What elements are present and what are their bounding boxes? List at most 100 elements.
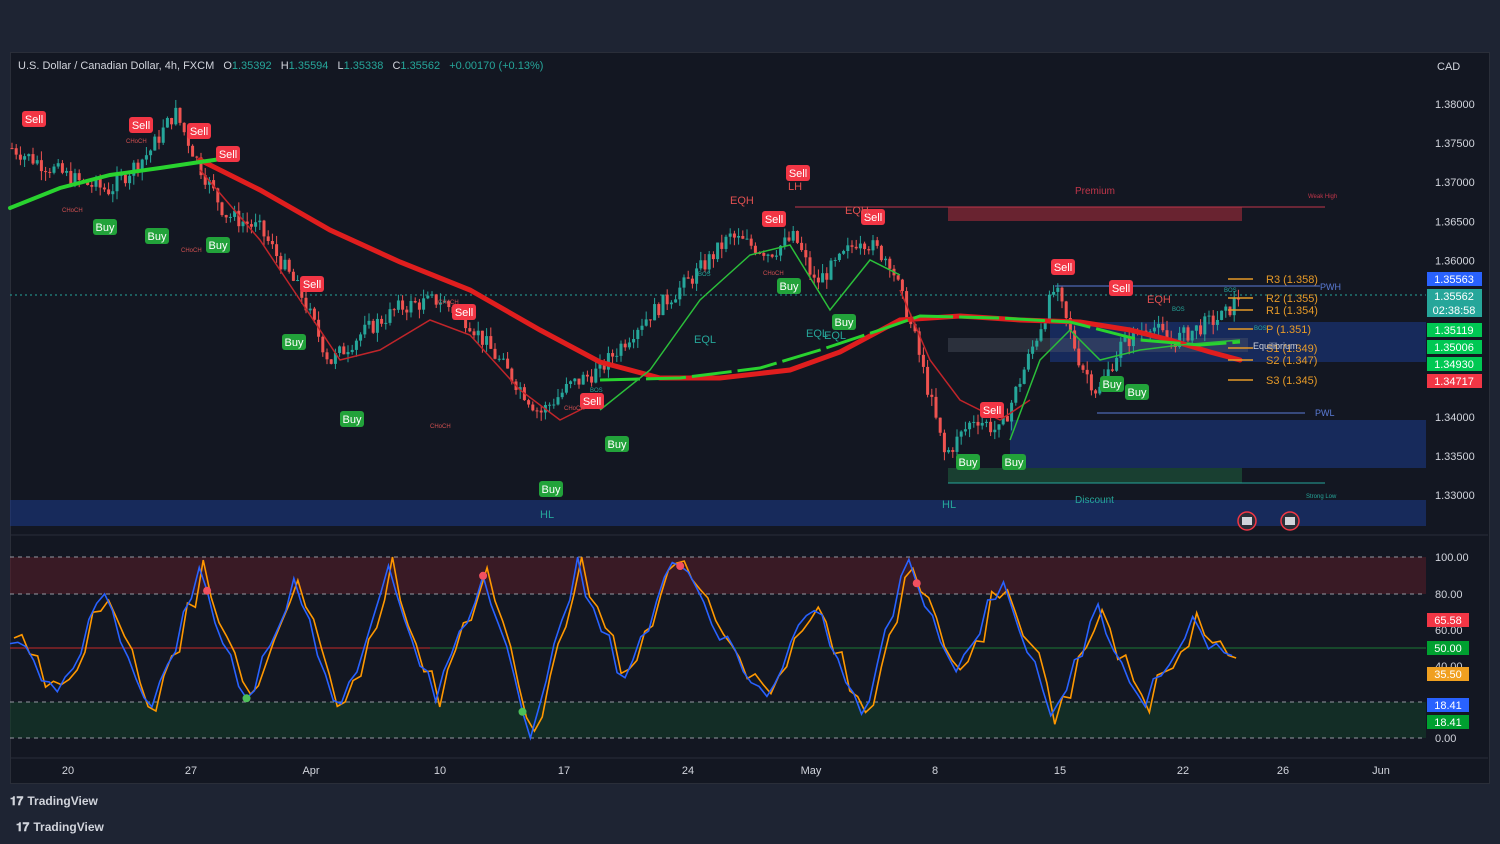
candle-body	[178, 107, 182, 123]
candle-body	[69, 170, 73, 185]
candle-body	[682, 277, 686, 288]
eqh-label: EQH	[730, 195, 754, 207]
buy-signal: Buy	[148, 231, 167, 243]
candle-body	[485, 336, 489, 345]
event-flag-icon	[1242, 517, 1252, 525]
demand-zone	[1010, 420, 1426, 468]
time-tick: May	[801, 765, 822, 777]
candle-body	[661, 294, 665, 316]
price-badge: 1.35562	[1434, 291, 1474, 303]
price-tick: 1.36500	[1435, 216, 1475, 228]
candle-body	[871, 240, 875, 251]
candle-body	[107, 189, 111, 195]
candle-body	[396, 300, 400, 310]
buy-signal: Buy	[835, 317, 854, 329]
candle-body	[636, 329, 640, 340]
candle-body	[976, 421, 980, 426]
candle-body	[846, 245, 850, 252]
candle-body	[879, 245, 883, 261]
candle-body	[1094, 390, 1098, 394]
buy-signal: Buy	[1005, 457, 1024, 469]
candle-body	[23, 156, 27, 160]
candle-body	[1157, 323, 1161, 328]
price-tick: 1.33000	[1435, 490, 1475, 502]
premium-label: Premium	[1075, 186, 1115, 197]
pwh-label: PWH	[1320, 282, 1341, 292]
time-tick: 15	[1054, 765, 1066, 777]
lh-label: LH	[788, 181, 802, 193]
price-tick: 1.38000	[1435, 99, 1475, 111]
discount-band	[10, 500, 1426, 526]
buy-signal: Buy	[285, 337, 304, 349]
time-tick: 24	[682, 765, 694, 777]
candle-body	[741, 235, 745, 239]
candle-body	[1215, 319, 1219, 325]
pivot-label: R1 (1.354)	[1266, 305, 1318, 317]
candle-body	[1056, 287, 1060, 292]
candle-body	[573, 378, 577, 382]
candle-body	[1228, 306, 1232, 316]
candle-body	[35, 160, 39, 164]
candle-body	[762, 252, 766, 256]
candle-body	[703, 260, 707, 270]
candle-body	[375, 318, 379, 333]
buy-signal: Buy	[1103, 379, 1122, 391]
price-tick: 1.34000	[1435, 412, 1475, 424]
candle-body	[930, 394, 934, 397]
candle-body	[556, 397, 560, 405]
candle-body	[850, 245, 854, 247]
eqh-label: EQH	[1147, 294, 1171, 306]
pivot-label: P (1.351)	[1266, 324, 1311, 336]
candle-body	[581, 374, 585, 385]
candle-body	[1115, 357, 1119, 371]
candle-body	[963, 429, 967, 432]
candle-body	[569, 381, 573, 384]
candle-body	[1060, 287, 1064, 302]
candle-body	[1026, 353, 1030, 370]
candle-body	[829, 260, 833, 280]
candle-body	[153, 136, 157, 151]
price-tick: 1.33500	[1435, 451, 1475, 463]
candle-body	[388, 309, 392, 323]
candle-body	[531, 404, 535, 411]
candle-body	[585, 374, 589, 377]
candle-body	[1182, 327, 1186, 333]
pwl-label: PWL	[1315, 408, 1335, 418]
candle-body	[787, 237, 791, 241]
candle-body	[506, 358, 510, 369]
candle-body	[564, 383, 568, 393]
candle-body	[1014, 386, 1018, 403]
candle-body	[380, 318, 384, 324]
candle-body	[10, 148, 14, 150]
sell-signal: Sell	[25, 114, 43, 126]
tradingview-logo-2[interactable]: 𝟏𝟕 TradingView	[16, 820, 104, 835]
price-badge: 1.35563	[1434, 274, 1474, 286]
eql-label: EQL	[694, 334, 716, 346]
time-tick: 26	[1277, 765, 1289, 777]
candle-body	[968, 422, 972, 430]
candle-body	[31, 154, 35, 164]
buy-signal: Buy	[209, 240, 228, 252]
candle-body	[657, 304, 661, 316]
osc-badge: 18.41	[1434, 717, 1462, 729]
tradingview-logo-1[interactable]: 𝟏𝟕 TradingView	[10, 794, 98, 809]
candle-body	[430, 294, 434, 296]
candle-body	[1224, 306, 1228, 311]
candle-body	[1194, 325, 1198, 331]
time-tick: 8	[932, 765, 938, 777]
candle-body	[993, 429, 997, 433]
time-tick: Apr	[302, 765, 319, 777]
bos-label: BOS	[1224, 288, 1237, 294]
strong-low-label: Strong Low	[1306, 494, 1337, 500]
sell-signal: Sell	[1054, 262, 1072, 274]
bos-label: BOS	[1172, 307, 1185, 313]
buy-signal: Buy	[1128, 387, 1147, 399]
candle-body	[766, 254, 770, 256]
candle-body	[1085, 369, 1089, 375]
candle-body	[182, 122, 186, 133]
osc-badge: 35.50	[1434, 669, 1462, 681]
candle-body	[224, 215, 228, 218]
candle-body	[367, 320, 371, 325]
chart-svg[interactable]: R3 (1.358) R2 (1.355)R1 (1.354) P (1.351) S…	[0, 0, 1500, 844]
candle-body	[833, 259, 837, 261]
